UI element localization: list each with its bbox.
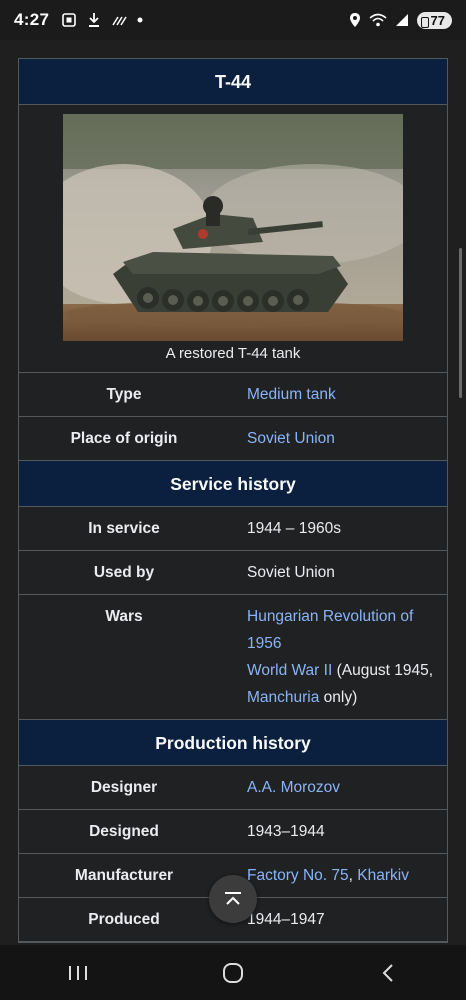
row-value: 1944–1947	[247, 911, 325, 928]
row-label: Designed	[89, 822, 159, 840]
row-value: Hungarian Revolution of 1956 World War I…	[229, 603, 447, 711]
image-cell: A restored T-44 tank	[19, 105, 447, 373]
back-button[interactable]	[358, 953, 418, 993]
link-designer[interactable]: A.A. Morozov	[247, 779, 340, 796]
section-header-production: Production history	[19, 720, 447, 766]
infobox-row-designer: Designer A.A. Morozov	[19, 766, 447, 810]
system-icons: 77	[349, 11, 452, 29]
row-value: Medium tank	[229, 381, 447, 408]
infobox-row-in-service: In service 1944 – 1960s	[19, 507, 447, 551]
war-detail-text: (August 1945,	[332, 662, 434, 679]
row-value: 1943–1944	[247, 823, 325, 840]
cell-signal-icon	[395, 14, 408, 26]
row-label: Used by	[93, 563, 155, 581]
row-label: Manufacturer	[74, 866, 174, 884]
recent-apps-button[interactable]	[48, 953, 108, 993]
row-value: Soviet Union	[247, 564, 335, 581]
link-kharkiv[interactable]: Kharkiv	[357, 867, 409, 884]
back-icon	[382, 963, 394, 982]
row-value: A.A. Morozov	[229, 774, 447, 801]
row-label: In service	[88, 519, 160, 537]
row-label: Place of origin	[70, 429, 178, 447]
tank-photo	[63, 114, 403, 341]
section-header-service: Service history	[19, 461, 447, 507]
link-manchuria[interactable]: Manchuria	[247, 689, 319, 706]
chevron-up-icon	[225, 892, 241, 905]
row-label: Wars	[105, 608, 143, 625]
infobox: T-44 A restored T-44 tank Type Medium ta…	[18, 58, 448, 943]
home-button[interactable]	[203, 953, 263, 993]
row-label: Type	[106, 385, 142, 403]
row-label: Produced	[88, 910, 160, 928]
row-value: Factory No. 75, Kharkiv	[229, 862, 447, 889]
infobox-row-designed: Designed 1943–1944	[19, 810, 447, 854]
image-caption: A restored T-44 tank	[165, 345, 301, 362]
scrollbar[interactable]	[459, 248, 462, 398]
home-icon	[222, 962, 243, 983]
system-nav-bar	[0, 945, 466, 1000]
link-hungarian-revolution[interactable]: Hungarian Revolution of 1956	[247, 608, 413, 652]
infobox-row-used-by: Used by Soviet Union	[19, 551, 447, 595]
separator: ,	[348, 867, 358, 884]
row-label: Designer	[90, 778, 158, 796]
download-icon	[89, 13, 100, 27]
status-time: 4:27	[14, 10, 50, 29]
link-medium-tank[interactable]: Medium tank	[247, 386, 336, 403]
status-bar: 4:27 77	[0, 0, 466, 40]
battery-icon: 77	[416, 11, 452, 29]
dot-icon	[137, 17, 143, 23]
war-detail-text: only)	[319, 689, 358, 706]
location-icon	[349, 13, 360, 27]
infobox-title: T-44	[19, 59, 447, 105]
screenshot-icon	[62, 13, 77, 27]
tank-image[interactable]	[63, 114, 403, 341]
article-page[interactable]: T-44 A restored T-44 tank Type Medium ta…	[0, 40, 466, 945]
notification-icons	[61, 12, 143, 28]
link-soviet-union[interactable]: Soviet Union	[247, 430, 335, 447]
link-world-war-ii[interactable]: World War II	[247, 662, 332, 679]
infobox-row-origin: Place of origin Soviet Union	[19, 417, 447, 461]
infobox-row-wars: Wars Hungarian Revolution of 1956 World …	[19, 595, 447, 720]
infobox-row-type: Type Medium tank	[19, 373, 447, 417]
wifi-icon	[369, 13, 387, 27]
recent-apps-icon	[68, 965, 87, 980]
row-value: Soviet Union	[229, 425, 447, 452]
link-factory[interactable]: Factory No. 75	[247, 867, 349, 884]
signal-slash-icon	[112, 16, 127, 26]
scroll-to-top-button[interactable]	[209, 875, 257, 923]
row-value: 1944 – 1960s	[247, 520, 341, 537]
